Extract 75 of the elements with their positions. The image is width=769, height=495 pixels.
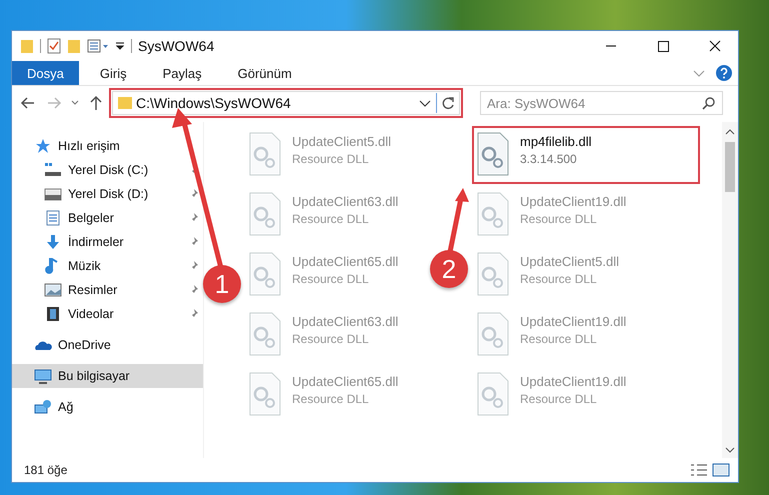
address-bar[interactable]: C:\Windows\SysWOW64 bbox=[112, 91, 460, 115]
file-name: UpdateClient5.dll bbox=[292, 134, 392, 149]
item-count: 181 öğe bbox=[24, 463, 68, 477]
folder-icon bbox=[67, 38, 81, 54]
sidebar-item[interactable]: Yerel Disk (D:) bbox=[12, 182, 203, 206]
ribbon-tab[interactable]: Dosya bbox=[12, 61, 79, 85]
help-icon[interactable] bbox=[716, 65, 732, 81]
search-field[interactable]: Ara: SysWOW64 bbox=[480, 91, 723, 115]
file-name: UpdateClient63.dll bbox=[292, 194, 398, 209]
arrow-head-icon bbox=[455, 188, 469, 202]
download-arrow-icon bbox=[44, 234, 62, 250]
file-name: UpdateClient63.dll bbox=[292, 314, 398, 329]
file-description: Resource DLL bbox=[292, 272, 370, 286]
search-input[interactable]: Ara: SysWOW64 bbox=[481, 94, 702, 112]
details-view-icon[interactable] bbox=[690, 463, 708, 477]
picture-icon bbox=[44, 282, 62, 298]
scroll-down-icon[interactable] bbox=[725, 446, 735, 454]
file-name: UpdateClient19.dll bbox=[520, 314, 626, 329]
file-name: UpdateClient19.dll bbox=[520, 194, 626, 209]
dll-file-icon bbox=[248, 132, 282, 176]
ribbon-tab[interactable]: Paylaş bbox=[148, 61, 217, 85]
dll-file-icon bbox=[248, 252, 282, 296]
file-name: UpdateClient65.dll bbox=[292, 254, 398, 269]
drive-icon bbox=[44, 186, 62, 202]
file-description: Resource DLL bbox=[520, 212, 598, 226]
ribbon-tab[interactable]: Giriş bbox=[84, 61, 142, 85]
properties-icon bbox=[87, 38, 109, 54]
dll-file-icon bbox=[248, 312, 282, 356]
sidebar-item[interactable]: İndirmeler bbox=[12, 230, 203, 254]
dll-file-icon bbox=[476, 372, 510, 416]
dll-file-icon bbox=[476, 192, 510, 236]
address-path: C:\Windows\SysWOW64 bbox=[136, 95, 292, 111]
film-icon bbox=[44, 306, 62, 322]
vertical-scrollbar[interactable] bbox=[722, 122, 738, 458]
network-icon bbox=[34, 399, 52, 415]
file-item[interactable]: mp4filelib.dll 3.3.14.500 bbox=[472, 126, 700, 184]
drive-icon bbox=[44, 162, 62, 178]
file-name: UpdateClient19.dll bbox=[520, 374, 626, 389]
monitor-icon bbox=[34, 368, 52, 384]
file-description: Resource DLL bbox=[292, 392, 370, 406]
sidebar-item[interactable]: Bu bilgisayar bbox=[12, 364, 203, 388]
star-icon bbox=[34, 138, 52, 154]
ribbon-tab[interactable]: Görünüm bbox=[222, 61, 307, 85]
folder-icon bbox=[118, 96, 132, 110]
file-description: Resource DLL bbox=[520, 272, 598, 286]
file-name: mp4filelib.dll bbox=[520, 134, 592, 149]
file-name: UpdateClient65.dll bbox=[292, 374, 398, 389]
sidebar-item[interactable]: OneDrive bbox=[12, 333, 203, 357]
window-title: SysWOW64 bbox=[138, 38, 214, 54]
checklist-icon bbox=[47, 38, 61, 54]
document-icon bbox=[44, 210, 62, 226]
sidebar-item[interactable]: Belgeler bbox=[12, 206, 203, 230]
scroll-up-icon[interactable] bbox=[725, 128, 735, 136]
file-description: Resource DLL bbox=[292, 212, 370, 226]
file-description: Resource DLL bbox=[292, 332, 370, 346]
scrollbar-thumb[interactable] bbox=[725, 142, 735, 192]
sidebar-item[interactable]: Videolar bbox=[12, 302, 203, 326]
search-icon[interactable] bbox=[702, 96, 716, 110]
dll-file-icon bbox=[248, 192, 282, 236]
sidebar-item[interactable]: Müzik bbox=[12, 254, 203, 278]
file-name: UpdateClient5.dll bbox=[520, 254, 620, 269]
folder-icon bbox=[20, 38, 34, 54]
file-description: 3.3.14.500 bbox=[520, 152, 578, 166]
sidebar-item[interactable]: Hızlı erişim bbox=[12, 134, 203, 158]
file-description: Resource DLL bbox=[520, 392, 598, 406]
dll-file-icon bbox=[476, 132, 510, 176]
file-description: Resource DLL bbox=[292, 152, 370, 166]
sidebar-item[interactable]: Ağ bbox=[12, 395, 203, 419]
dll-file-icon bbox=[476, 312, 510, 356]
dll-file-icon bbox=[248, 372, 282, 416]
sidebar-item[interactable]: Yerel Disk (C:) bbox=[12, 158, 203, 182]
sidebar-item[interactable]: Resimler bbox=[12, 278, 203, 302]
large-icons-view-icon[interactable] bbox=[712, 463, 730, 477]
file-description: Resource DLL bbox=[520, 332, 598, 346]
dll-file-icon bbox=[476, 252, 510, 296]
